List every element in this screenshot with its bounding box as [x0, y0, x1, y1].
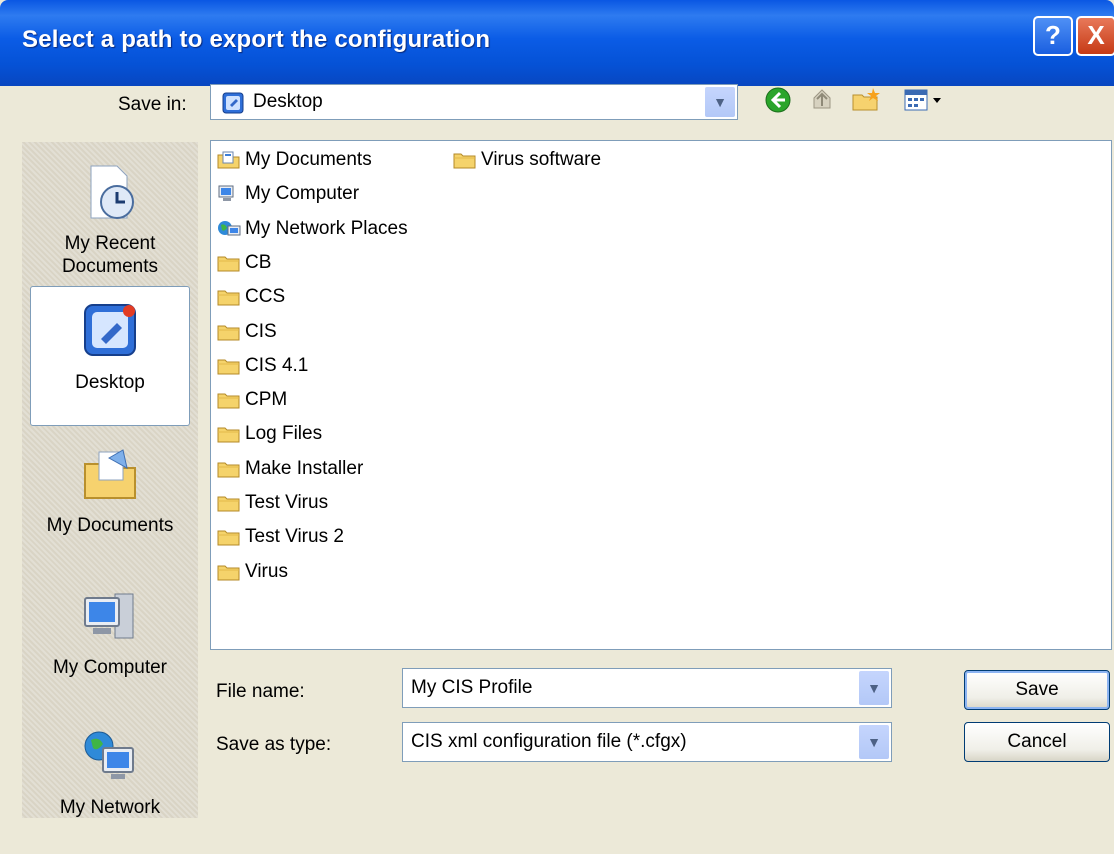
file-list-item[interactable]: Virus	[217, 557, 288, 587]
place-label: My Documents	[46, 515, 174, 536]
dialog-body: Save in: Desktop ▼ My Recent Documents D…	[0, 84, 1114, 830]
chevron-down-icon[interactable]: ▼	[705, 87, 735, 117]
file-name-text: Log Files	[245, 423, 323, 445]
folder-icon	[217, 462, 240, 478]
file-name-text: My Computer	[245, 183, 360, 205]
folder-icon	[217, 325, 240, 340]
place-my-documents[interactable]: My Documents	[30, 432, 190, 572]
views-menu-icon[interactable]	[900, 86, 950, 118]
file-list-item[interactable]: Log Files	[217, 419, 322, 449]
place-label: Desktop	[75, 372, 145, 393]
save-as-type-value: CIS xml configuration file (*.cfgx)	[411, 731, 687, 752]
network-icon	[218, 220, 241, 236]
file-list-item[interactable]: My Network Places	[217, 214, 408, 244]
my-computer-icon	[84, 593, 134, 639]
file-name-text: CPM	[245, 389, 288, 411]
window-title: Select a path to export the configuratio…	[22, 26, 491, 53]
file-list-item[interactable]: Test Virus 2	[217, 522, 344, 552]
file-name-text: CCS	[245, 286, 286, 308]
file-list-item[interactable]: Virus software	[453, 145, 601, 175]
place-label: My Computer	[52, 657, 168, 678]
file-list-item[interactable]: My Computer	[217, 179, 359, 209]
file-name-text: My Network Places	[245, 217, 408, 239]
save-in-dropdown[interactable]: Desktop ▼	[210, 84, 738, 120]
back-icon[interactable]	[762, 86, 794, 118]
folder-icon	[217, 256, 240, 272]
folder-icon	[217, 393, 240, 409]
file-name-text: Test Virus 2	[245, 526, 344, 548]
place-label: My Recent Documents	[61, 233, 159, 277]
my-documents-icon	[217, 151, 240, 169]
folder-icon	[453, 153, 476, 169]
folder-icon	[217, 427, 240, 443]
folder-icon	[217, 290, 240, 306]
my-network-icon	[84, 731, 134, 779]
place-my-recent-documents[interactable]: My Recent Documents	[30, 150, 190, 290]
file-list-item[interactable]: My Documents	[217, 145, 372, 175]
file-name-text: CIS 4.1	[245, 354, 309, 376]
file-name-label: File name:	[216, 681, 305, 702]
file-list-item[interactable]: CB	[217, 248, 271, 278]
file-name-text: Virus software	[481, 149, 602, 170]
save-as-type-dropdown[interactable]: CIS xml configuration file (*.cfgx) ▼	[402, 722, 892, 762]
place-label: My Network	[59, 797, 161, 818]
recent-documents-icon	[90, 165, 134, 219]
file-list-item[interactable]: CIS	[217, 317, 277, 347]
folder-icon	[217, 359, 240, 375]
file-name-text: My Documents	[245, 149, 372, 170]
save-in-value: Desktop	[253, 91, 323, 112]
chevron-down-icon[interactable]: ▼	[859, 725, 889, 759]
file-list-item[interactable]: CPM	[217, 385, 287, 415]
new-folder-icon[interactable]	[850, 86, 882, 118]
cancel-button[interactable]: Cancel	[964, 722, 1110, 762]
place-my-network[interactable]: My Network	[30, 714, 190, 854]
place-desktop[interactable]: Desktop	[30, 286, 190, 426]
file-list[interactable]: My Documents My Computer My Network Places…	[210, 140, 1112, 650]
my-documents-icon	[84, 449, 136, 499]
save-in-label: Save in:	[118, 94, 187, 115]
chevron-down-icon[interactable]: ▼	[859, 671, 889, 705]
save-as-type-label: Save as type:	[216, 734, 332, 755]
file-list-item[interactable]: Make Installer	[217, 454, 363, 484]
file-list-item[interactable]: Test Virus	[217, 488, 328, 518]
file-list-item[interactable]: CIS 4.1	[217, 351, 308, 381]
places-bar: My Recent Documents Desktop My Documents	[22, 142, 198, 818]
save-button[interactable]: Save	[964, 670, 1110, 710]
file-name-text: CB	[245, 251, 272, 273]
folder-icon	[217, 530, 240, 546]
desktop-icon	[222, 92, 244, 114]
close-button[interactable]: X	[1076, 16, 1114, 56]
computer-icon	[218, 185, 234, 202]
file-name-text: Make Installer	[245, 457, 364, 479]
file-name-input[interactable]: My CIS Profile ▼	[402, 668, 892, 708]
folder-icon	[217, 565, 240, 581]
up-folder-icon[interactable]	[806, 86, 838, 118]
file-name-text: Test Virus	[245, 492, 329, 513]
file-name-text: Virus	[245, 560, 288, 582]
folder-icon	[217, 496, 240, 512]
file-name-text: CIS	[245, 320, 277, 342]
desktop-icon	[84, 304, 136, 356]
file-list-item[interactable]: CCS	[217, 282, 285, 312]
file-name-value: My CIS Profile	[411, 677, 533, 698]
help-button[interactable]: ?	[1033, 16, 1073, 56]
place-my-computer[interactable]: My Computer	[30, 574, 190, 714]
title-bar[interactable]: Select a path to export the configuratio…	[0, 0, 1114, 86]
